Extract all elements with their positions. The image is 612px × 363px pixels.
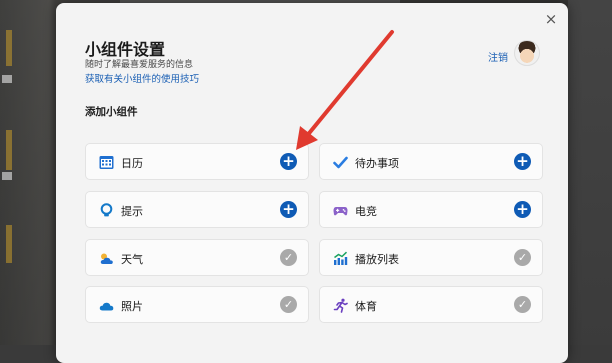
calendar-icon [99, 156, 114, 169]
sign-out-link[interactable]: 注销 [488, 49, 508, 64]
widget-card-calendar[interactable]: 日历 + [85, 143, 309, 180]
desktop-region [568, 0, 612, 345]
runner-icon [333, 298, 348, 313]
widget-label: 照片 [121, 300, 143, 313]
widget-label: 提示 [121, 205, 143, 218]
lightbulb-icon [100, 203, 113, 217]
widget-label: 体育 [355, 300, 377, 313]
section-title: 添加小组件 [85, 106, 138, 118]
close-icon[interactable]: × [542, 10, 560, 28]
gamepad-icon [333, 207, 348, 216]
widget-card-playlist[interactable]: 播放列表 ✓ [319, 239, 543, 276]
desktop-item [6, 30, 12, 66]
widget-label: 电竞 [355, 205, 377, 218]
tips-link[interactable]: 获取有关小组件的使用技巧 [85, 71, 199, 85]
desktop-item [6, 130, 12, 170]
add-widget-button[interactable]: + [280, 201, 297, 218]
widget-card-sports[interactable]: 体育 ✓ [319, 286, 543, 323]
widget-card-photos[interactable]: 照片 ✓ [85, 286, 309, 323]
widget-label: 天气 [121, 253, 143, 266]
add-widget-button[interactable]: + [280, 153, 297, 170]
widget-card-todo[interactable]: 待办事项 + [319, 143, 543, 180]
add-widget-button[interactable]: + [514, 201, 531, 218]
desktop-item [2, 75, 12, 83]
checkmark-icon [333, 156, 348, 169]
widget-card-tips[interactable]: 提示 + [85, 191, 309, 228]
dialog-subtitle: 随时了解最喜爱服务的信息 [85, 60, 194, 70]
desktop-item [6, 225, 12, 263]
widget-label: 待办事项 [355, 157, 399, 170]
added-widget-check[interactable]: ✓ [514, 296, 531, 313]
widget-label: 日历 [121, 157, 143, 170]
widget-label: 播放列表 [355, 253, 399, 266]
added-widget-check[interactable]: ✓ [514, 249, 531, 266]
cloud-icon [99, 302, 114, 311]
add-widget-button[interactable]: + [514, 153, 531, 170]
weather-icon [100, 253, 113, 264]
widget-settings-dialog: × 小组件设置 随时了解最喜爱服务的信息 获取有关小组件的使用技巧 注销 添加小… [56, 3, 568, 363]
avatar[interactable] [514, 40, 540, 66]
chart-up-icon [334, 251, 348, 265]
added-widget-check[interactable]: ✓ [280, 249, 297, 266]
widget-card-esports[interactable]: 电竞 + [319, 191, 543, 228]
desktop-item [2, 172, 12, 180]
added-widget-check[interactable]: ✓ [280, 296, 297, 313]
widget-card-weather[interactable]: 天气 ✓ [85, 239, 309, 276]
